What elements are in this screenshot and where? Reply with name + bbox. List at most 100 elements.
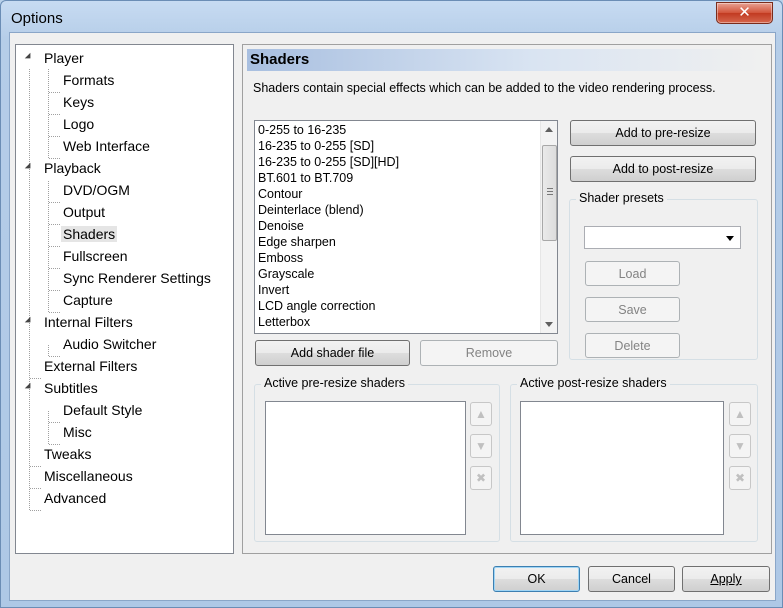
tree-item-logo[interactable]: Logo [61,114,96,134]
tree-item-label: Subtitles [44,380,98,396]
add-to-post-resize-button[interactable]: Add to post-resize [570,156,756,182]
tree-item-label: Formats [63,72,115,88]
tree-item-playback[interactable]: Playback [42,158,103,178]
active-pre-resize-group: Active pre-resize shaders ▲ ▼ ✖ [254,376,500,542]
shader-list-item[interactable]: Denoise [255,218,557,234]
cancel-button[interactable]: Cancel [588,566,675,592]
chevron-down-icon [726,236,734,241]
save-button[interactable]: Save [585,297,680,322]
remove-x-icon: ✖ [734,471,746,485]
tree-item-label: Web Interface [63,138,150,154]
tree-item-label: Keys [63,94,95,110]
active-post-resize-title: Active post-resize shaders [517,376,670,390]
add-to-pre-resize-button[interactable]: Add to pre-resize [570,120,756,146]
tree-item-label: External Filters [44,358,138,374]
scroll-thumb[interactable] [542,145,557,241]
shader-list-item[interactable]: BT.601 to BT.709 [255,170,557,186]
tree-item-label: Logo [63,116,95,132]
shader-list-item[interactable]: Deinterlace (blend) [255,202,557,218]
shader-presets-title: Shader presets [576,191,667,205]
tree-item-label: Tweaks [44,446,92,462]
pre-move-up-button[interactable]: ▲ [470,402,492,426]
shader-listbox[interactable]: 0-255 to 16-235 16-235 to 0-255 [SD] 16-23… [254,120,558,334]
shader-presets-group: Shader presets Load Save Delete [569,191,758,360]
ok-button[interactable]: OK [493,566,580,592]
arrow-up-icon: ▲ [475,407,487,421]
options-tree[interactable]: Player Formats Keys Logo Web Interface Playba… [15,44,234,554]
close-button[interactable]: ✕ [716,2,773,24]
tree-item-formats[interactable]: Formats [61,70,116,90]
tree-item-external-filters[interactable]: External Filters [42,356,139,376]
post-move-up-button[interactable]: ▲ [729,402,751,426]
tree-item-tweaks[interactable]: Tweaks [42,444,93,464]
page-title: Shaders [247,49,767,71]
tree-item-audio-switcher[interactable]: Audio Switcher [61,334,158,354]
tree-item-label: Sync Renderer Settings [63,270,211,286]
shader-list-item[interactable]: 16-235 to 0-255 [SD][HD] [255,154,557,170]
vertical-scrollbar[interactable] [540,121,557,333]
tree-item-capture[interactable]: Capture [61,290,115,310]
tree-item-misc[interactable]: Misc [61,422,94,442]
tree-item-player[interactable]: Player [42,48,86,68]
tree-item-label: Player [44,50,84,66]
tree-item-default-style[interactable]: Default Style [61,400,144,420]
options-window: Options ✕ Player Formats Keys Logo Web I… [0,0,783,608]
active-post-resize-list[interactable] [520,401,724,535]
arrow-down-icon: ▼ [734,439,746,453]
tree-item-label: Capture [63,292,113,308]
shader-list-item[interactable]: Emboss [255,250,557,266]
apply-button[interactable]: Apply [682,566,770,592]
tree-item-keys[interactable]: Keys [61,92,96,112]
tree-item-fullscreen[interactable]: Fullscreen [61,246,130,266]
post-remove-button[interactable]: ✖ [729,466,751,490]
shader-list-item[interactable]: Grayscale [255,266,557,282]
shader-list-item[interactable]: Contour [255,186,557,202]
pre-move-down-button[interactable]: ▼ [470,434,492,458]
shader-list-item[interactable]: 0-255 to 16-235 [255,122,557,138]
tree-item-advanced[interactable]: Advanced [42,488,108,508]
tree-item-sync-renderer-settings[interactable]: Sync Renderer Settings [61,268,213,288]
add-shader-file-button[interactable]: Add shader file [255,340,410,366]
tree-item-label: Output [63,204,106,220]
tree-item-label: Shaders [61,226,118,242]
active-pre-resize-list[interactable] [265,401,466,535]
remove-button[interactable]: Remove [420,340,558,366]
shader-preset-combo[interactable] [584,226,741,249]
dialog-client: Player Formats Keys Logo Web Interface Playba… [9,32,776,601]
delete-button[interactable]: Delete [585,333,680,358]
active-post-resize-group: Active post-resize shaders ▲ ▼ ✖ [510,376,758,542]
shader-list-item[interactable]: Invert [255,282,557,298]
tree-item-internal-filters[interactable]: Internal Filters [42,312,135,332]
scroll-up-icon[interactable] [545,127,553,132]
shader-list-item[interactable]: 16-235 to 0-255 [SD] [255,138,557,154]
tree-item-shaders[interactable]: Shaders [61,224,118,244]
tree-item-miscellaneous[interactable]: Miscellaneous [42,466,135,486]
scroll-down-icon[interactable] [545,322,553,327]
tree-item-web-interface[interactable]: Web Interface [61,136,152,156]
tree-item-label: Internal Filters [44,314,133,330]
load-button[interactable]: Load [585,261,680,286]
remove-x-icon: ✖ [475,471,487,485]
shader-list-item[interactable]: LCD angle correction [255,298,557,314]
tree-item-dvd-ogm[interactable]: DVD/OGM [61,180,132,200]
tree-item-label: Audio Switcher [63,336,157,352]
tree-item-output[interactable]: Output [61,202,107,222]
shader-list-item[interactable]: Edge sharpen [255,234,557,250]
pre-remove-button[interactable]: ✖ [470,466,492,490]
tree-item-label: Misc [63,424,92,440]
tree-item-label: Default Style [63,402,143,418]
tree-item-label: Fullscreen [63,248,128,264]
shaders-panel: Shaders Shaders contain special effects … [242,44,772,554]
shader-list-item[interactable]: Letterbox [255,314,557,330]
page-description: Shaders contain special effects which ca… [253,81,716,95]
arrow-down-icon: ▼ [475,439,487,453]
tree-item-label: Advanced [44,490,107,506]
tree-item-label: DVD/OGM [63,182,130,198]
close-icon: ✕ [738,4,751,21]
active-pre-resize-title: Active pre-resize shaders [261,376,409,390]
apply-label: Apply [710,572,742,586]
tree-item-subtitles[interactable]: Subtitles [42,378,100,398]
tree-item-label: Playback [44,160,101,176]
arrow-up-icon: ▲ [734,407,746,421]
post-move-down-button[interactable]: ▼ [729,434,751,458]
